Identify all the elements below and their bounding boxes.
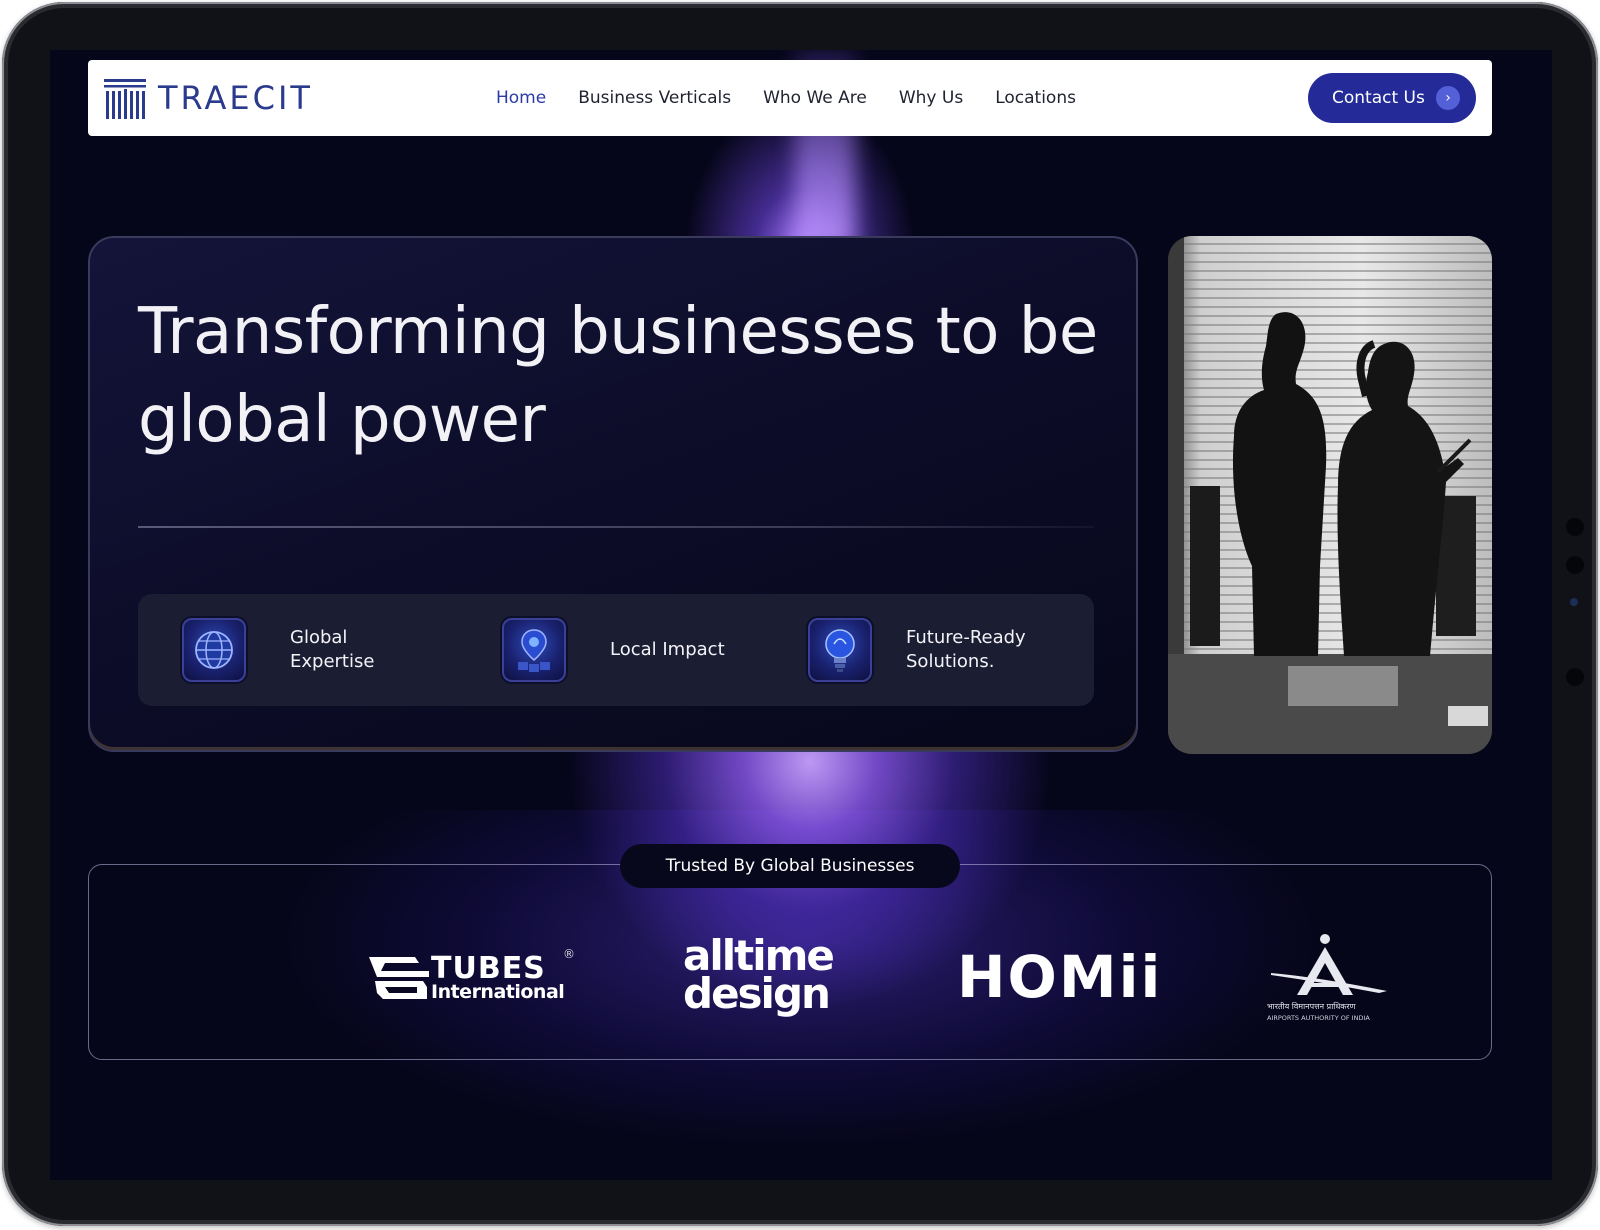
camera-dot (1570, 598, 1578, 606)
hero-divider (138, 526, 1094, 528)
brand-logo[interactable]: TRAECIT (102, 74, 313, 122)
tablet-frame: TRAECIT Home Business Verticals Who We A… (2, 2, 1598, 1226)
feature-label: Local Impact (610, 639, 725, 660)
contact-us-button[interactable]: Contact Us › (1308, 73, 1476, 123)
homii-text: HOMii (957, 943, 1163, 1011)
aai-emblem-icon (1271, 934, 1387, 995)
airports-authority-of-india-logo: भारतीय विमानपत्तन प्राधिकरण AIRPORTS AUT… (1267, 933, 1397, 1023)
nav-why-us[interactable]: Why Us (899, 88, 963, 108)
chevron-right-icon: › (1436, 86, 1460, 110)
hero-title: Transforming businesses to be global pow… (138, 295, 1098, 457)
globe-icon (182, 618, 246, 682)
navbar: TRAECIT Home Business Verticals Who We A… (88, 60, 1492, 136)
nav-who-we-are[interactable]: Who We Are (763, 88, 867, 108)
homii-logo: HOMii (957, 945, 1160, 1009)
nav-business-verticals[interactable]: Business Verticals (578, 88, 731, 108)
trusted-heading: Trusted By Global Businesses (620, 844, 960, 888)
location-pin-icon (502, 618, 566, 682)
features-strip: Global Expertise Local Impact Future-Rea… (138, 594, 1094, 706)
contact-us-label: Contact Us (1332, 88, 1425, 108)
side-button (1566, 518, 1584, 536)
side-button (1566, 668, 1584, 686)
tubes-international-logo: TUBES International ® (369, 947, 575, 1003)
registered-mark: ® (563, 947, 575, 961)
aai-english-text: AIRPORTS AUTHORITY OF INDIA (1267, 1014, 1370, 1022)
tubes-line2: International (431, 981, 565, 1003)
hero-card: Transforming businesses to be global pow… (88, 236, 1138, 752)
hero-photo (1168, 236, 1492, 754)
trusted-logos-box: TUBES International ® alltime design HOM… (88, 864, 1492, 1060)
feature-future-ready-solutions: Future-Ready Solutions. (808, 616, 1026, 684)
feature-label: Future-Ready Solutions. (906, 627, 1026, 672)
side-button (1566, 556, 1584, 574)
nav-links: Home Business Verticals Who We Are Why U… (496, 60, 1076, 136)
feature-label: Global Expertise (290, 627, 375, 672)
traecit-logo-icon (104, 79, 146, 119)
logo-text: TRAECIT (158, 79, 313, 117)
nav-home[interactable]: Home (496, 88, 546, 108)
tubes-mark-icon (369, 957, 429, 999)
alltime-line2: design (683, 969, 831, 1018)
lightbulb-icon (808, 618, 872, 682)
alltime-design-logo: alltime design (683, 935, 843, 1021)
feature-local-impact: Local Impact (502, 616, 725, 684)
screen: TRAECIT Home Business Verticals Who We A… (50, 50, 1552, 1180)
feature-global-expertise: Global Expertise (182, 616, 374, 684)
nav-locations[interactable]: Locations (995, 88, 1076, 108)
aai-hindi-text: भारतीय विमानपत्तन प्राधिकरण (1267, 1002, 1356, 1011)
